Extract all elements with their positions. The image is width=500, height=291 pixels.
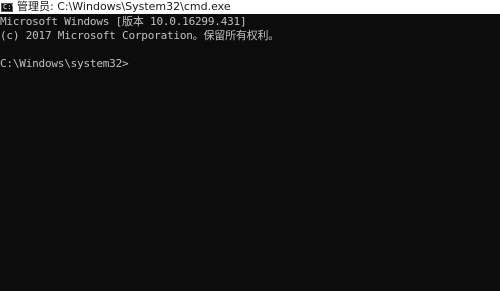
- command-prompt: C:\Windows\system32>: [0, 57, 129, 70]
- window-title: 管理员: C:\Windows\System32\cmd.exe: [17, 0, 231, 13]
- console-line-version: Microsoft Windows [版本 10.0.16299.431]: [0, 15, 247, 28]
- console-line-copyright: (c) 2017 Microsoft Corporation。保留所有权利。: [0, 29, 280, 42]
- prompt-line[interactable]: C:\Windows\system32>: [0, 57, 500, 71]
- cmd-icon: C:\: [1, 2, 16, 12]
- cmd-icon-glyph: C:\: [3, 2, 16, 11]
- console-area[interactable]: Microsoft Windows [版本 10.0.16299.431] (c…: [0, 14, 500, 291]
- window-titlebar[interactable]: C:\ 管理员: C:\Windows\System32\cmd.exe: [0, 0, 500, 14]
